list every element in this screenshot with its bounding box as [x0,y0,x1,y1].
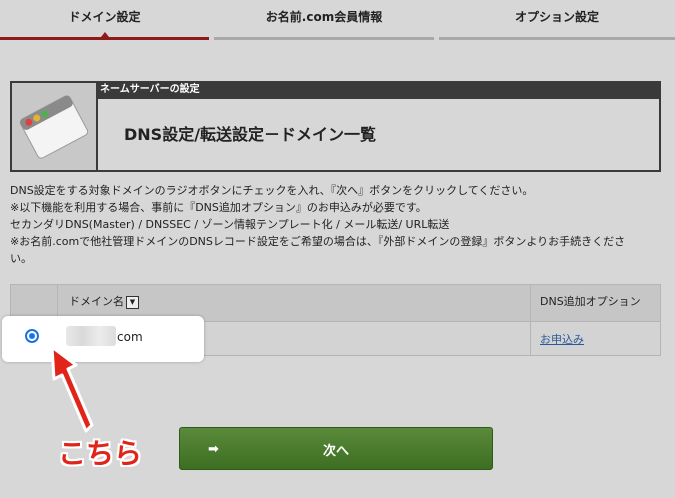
top-tab-bar: ドメイン設定 お名前.com会員情報 オプション設定 [0,0,675,40]
section-label: ネームサーバーの設定 [100,84,200,95]
title-panel: DNS設定/転送設定－ドメイン一覧 [98,99,659,170]
sort-down-icon[interactable]: ▼ [126,295,139,309]
annotation-arrow-icon [50,345,94,433]
domain-select-radio[interactable] [25,329,39,343]
instruction-line: ※以下機能を利用する場合、事前に『DNS追加オプション』のお申込みが必要です。 [10,201,427,214]
tab-domain-settings[interactable]: ドメイン設定 [0,0,209,40]
active-tab-caret-icon [100,32,109,37]
instruction-line: ※お名前.comで他社管理ドメインのDNSレコード設定をご希望の場合は、『外部ド… [10,235,626,248]
instructions: DNS設定をする対象ドメインのラジオボタンにチェックを入れ、『次へ』ボタンをクリ… [10,182,670,267]
tab-member-info[interactable]: お名前.com会員情報 [214,0,434,40]
tab-label: オプション設定 [514,10,599,24]
next-button-label: 次へ [322,444,349,459]
instruction-line: い。 [10,252,32,265]
tab-label: ドメイン設定 [68,10,141,24]
window-settings-icon [12,83,96,170]
column-header-dns-option: DNS追加オプション [540,295,641,308]
column-header-label: ドメイン名 [69,295,124,308]
domain-suffix: com [117,330,143,344]
tab-underline [214,37,434,40]
section-header: ネームサーバーの設定 DNS設定/転送設定－ドメイン一覧 [10,81,661,172]
tab-label: お名前.com会員情報 [265,10,383,24]
tab-underline [0,37,209,40]
instruction-line: DNS設定をする対象ドメインのラジオボタンにチェックを入れ、『次へ』ボタンをクリ… [10,184,534,197]
tab-option-settings[interactable]: オプション設定 [439,0,675,40]
blurred-domain-name [66,326,116,346]
dns-option-apply-link[interactable]: お申込み [540,331,584,347]
annotation-label: こちら [58,437,143,470]
tab-underline [439,37,675,40]
page-title: DNS設定/転送設定－ドメイン一覧 [124,125,377,144]
column-divider [530,285,531,355]
instruction-line: セカンダリDNS(Master) / DNSSEC / ゾーン情報テンプレート化… [10,218,450,231]
next-button[interactable]: ➡ 次へ [179,427,493,470]
